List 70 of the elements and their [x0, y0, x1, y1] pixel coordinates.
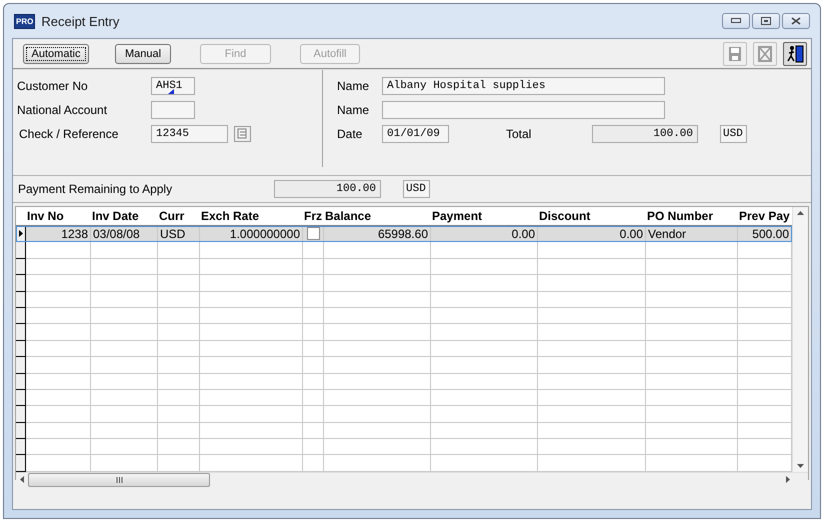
field-label: Name	[337, 79, 370, 93]
row-selector[interactable]	[16, 340, 26, 358]
close-icon	[791, 17, 801, 25]
currency-field: USD	[720, 125, 747, 143]
name-field[interactable]	[382, 101, 665, 119]
exit-button[interactable]	[783, 42, 807, 66]
scroll-down-icon[interactable]	[797, 464, 804, 468]
lookup-icon[interactable]	[234, 126, 251, 142]
row-selector[interactable]	[16, 275, 26, 292]
delete-icon	[758, 46, 772, 62]
exit-icon	[786, 44, 804, 62]
scroll-up-icon[interactable]	[797, 211, 804, 215]
remaining-amount-field: 100.00	[274, 180, 381, 198]
field-label: Date	[337, 127, 364, 141]
column-header[interactable]: PO Number	[646, 207, 738, 225]
column-header[interactable]: Prev Pay	[738, 207, 792, 225]
minimize-icon	[731, 18, 741, 24]
column-header[interactable]: Balance	[324, 207, 431, 225]
minimize-button[interactable]	[722, 13, 750, 29]
field-label: Payment Remaining to Apply	[18, 182, 174, 196]
date-field[interactable]: 01/01/09	[382, 125, 449, 143]
row-pointer-icon	[18, 230, 22, 238]
row-selector[interactable]	[16, 455, 26, 472]
toolbar-button[interactable]: Automatic	[23, 44, 89, 64]
row-selector[interactable]	[16, 242, 26, 259]
column-header[interactable]: Discount	[538, 207, 646, 225]
row-selector[interactable]	[16, 406, 26, 423]
row-selector[interactable]	[16, 258, 26, 276]
total-field: 100.00	[592, 125, 698, 143]
scroll-left-icon[interactable]	[20, 476, 24, 484]
row-selector[interactable]	[16, 390, 26, 406]
save-icon	[728, 46, 742, 62]
window-title: Receipt Entry	[41, 14, 120, 28]
column-header[interactable]: Inv No	[26, 207, 91, 225]
scroll-right-icon[interactable]	[786, 476, 790, 484]
national-account-field[interactable]	[151, 101, 195, 119]
row-selector[interactable]	[16, 422, 26, 440]
column-header[interactable]: Payment	[431, 207, 538, 225]
grip-icon	[116, 476, 122, 483]
check-reference-field[interactable]: 12345	[151, 125, 228, 143]
row-selector[interactable]	[16, 439, 26, 456]
toolbar-button[interactable]: Manual	[115, 44, 171, 64]
vertical-scrollbar[interactable]	[792, 207, 808, 472]
table-row[interactable]: 1238 03/08/08 USD 1.000000000 65998.60 0.00 0.00 Vendor 500.00	[16, 226, 792, 242]
column-header[interactable]: Frz	[303, 207, 324, 225]
customer-no-field[interactable]: AHS1	[151, 77, 195, 95]
row-selector[interactable]	[16, 357, 26, 374]
close-button[interactable]	[782, 13, 810, 29]
column-header[interactable]: Inv Date	[91, 207, 158, 225]
field-label: National Account	[17, 103, 108, 117]
name-field[interactable]: Albany Hospital supplies	[382, 77, 665, 95]
row-selector[interactable]	[16, 292, 26, 308]
row-selector[interactable]	[16, 308, 26, 324]
maximize-button[interactable]	[752, 13, 780, 29]
field-label: Name	[337, 103, 370, 117]
app-logo: PRO	[14, 14, 36, 28]
row-selector[interactable]	[16, 374, 26, 390]
column-header[interactable]: Exch Rate	[200, 207, 303, 225]
frz-checkbox[interactable]	[306, 227, 320, 240]
corner-marker-icon	[168, 89, 174, 94]
field-label: Check / Reference	[18, 127, 120, 141]
maximize-icon	[761, 17, 771, 25]
currency-field: USD	[403, 180, 430, 198]
field-label: Customer No	[17, 79, 89, 93]
row-selector[interactable]	[16, 226, 26, 242]
row-selector[interactable]	[16, 324, 26, 341]
field-label: Total	[506, 127, 532, 141]
scroll-thumb[interactable]	[28, 472, 210, 487]
horizontal-scrollbar[interactable]	[16, 472, 808, 487]
column-header[interactable]: Curr	[158, 207, 200, 225]
